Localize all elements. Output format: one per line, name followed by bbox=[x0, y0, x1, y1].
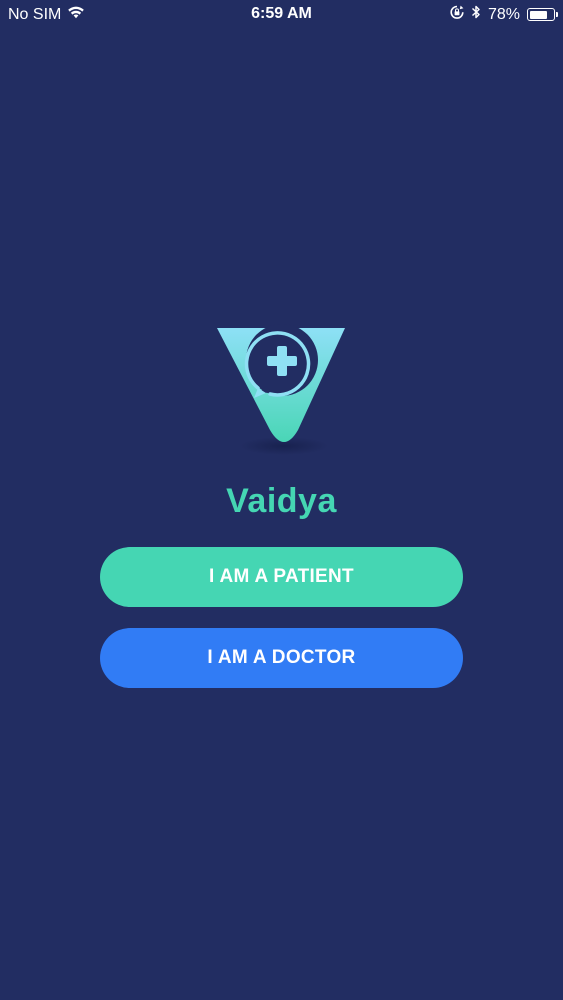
patient-button[interactable]: I AM A PATIENT bbox=[100, 547, 463, 607]
status-bar-right: 78% bbox=[450, 4, 558, 25]
app-name: Vaidya bbox=[226, 482, 337, 520]
status-bar: No SIM 6:59 AM 78% bbox=[0, 0, 563, 30]
battery-percent-label: 78% bbox=[487, 5, 520, 23]
battery-icon bbox=[527, 8, 558, 21]
bluetooth-icon bbox=[471, 4, 481, 25]
battery-level-fill bbox=[529, 10, 548, 19]
rotation-lock-icon bbox=[450, 5, 464, 25]
splash-screen: No SIM 6:59 AM 78% Vaidya I AM A PATIENT… bbox=[0, 0, 563, 1000]
doctor-button[interactable]: I AM A DOCTOR bbox=[100, 628, 463, 688]
vaidya-logo-icon bbox=[214, 322, 348, 462]
